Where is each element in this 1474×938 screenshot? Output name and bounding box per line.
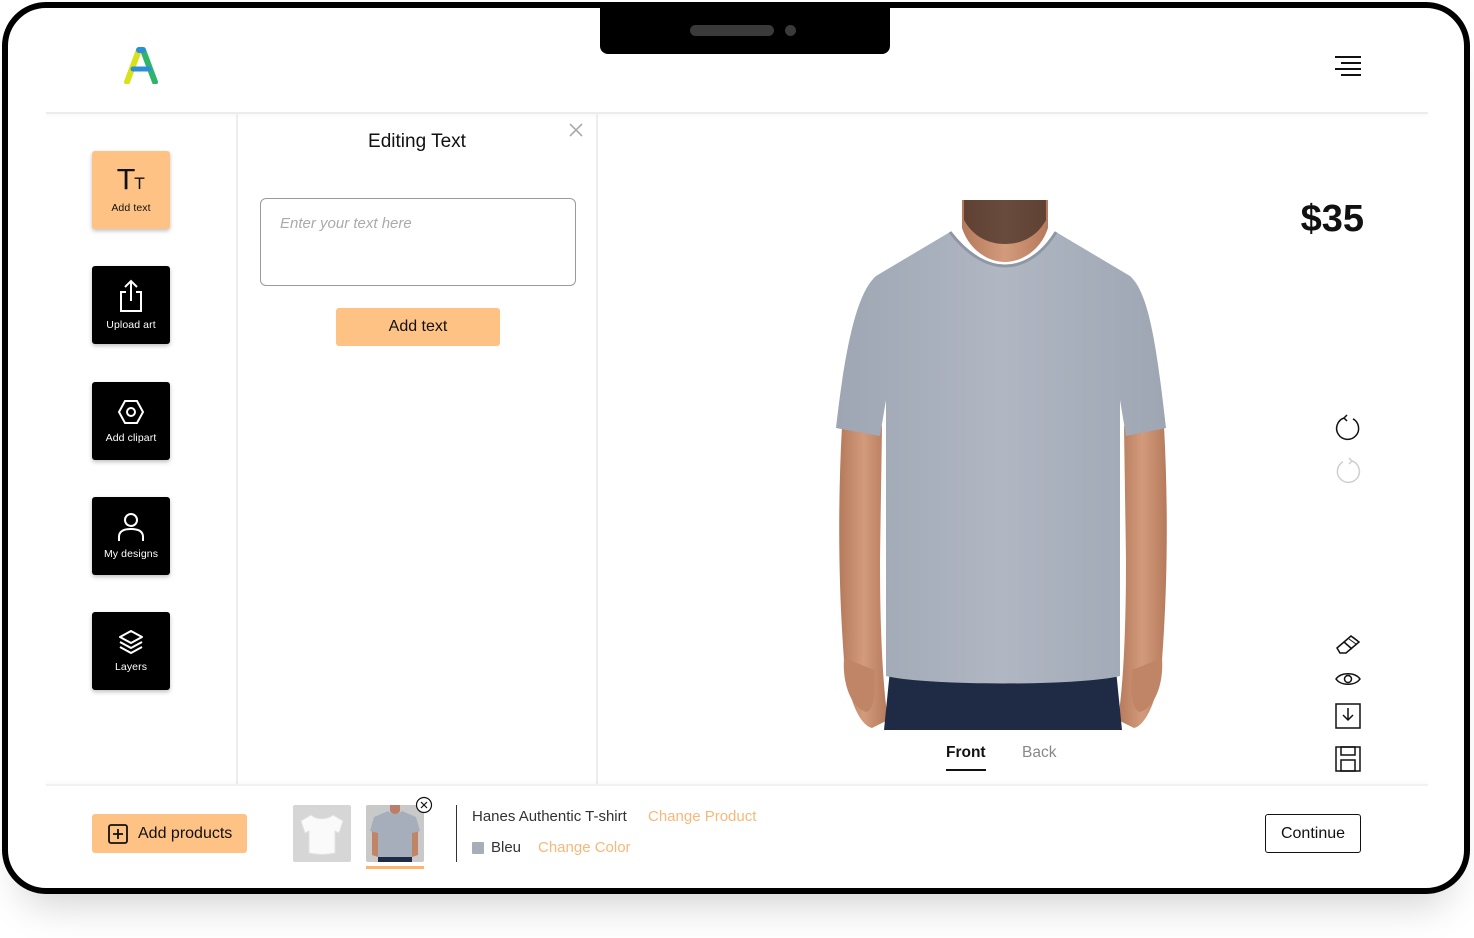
remove-product-icon[interactable] — [415, 796, 433, 814]
tab-front-view[interactable]: Front — [946, 744, 986, 771]
notch-speaker — [690, 25, 774, 36]
product-thumbnail-white[interactable] — [293, 805, 351, 862]
header-divider — [46, 112, 1428, 114]
color-name: Bleu — [491, 839, 522, 856]
change-product-link[interactable]: Change Product — [648, 808, 756, 825]
tool-add-text[interactable]: TT Add text — [92, 151, 170, 229]
tool-label: Upload art — [106, 319, 156, 331]
add-products-button[interactable]: Add products — [92, 814, 247, 853]
change-color-link[interactable]: Change Color — [538, 839, 631, 856]
add-products-label: Add products — [138, 824, 233, 842]
plus-square-icon — [108, 823, 128, 844]
upload-share-icon — [120, 279, 142, 312]
device-frame — [2, 2, 1470, 894]
add-text-button[interactable]: Add text — [336, 308, 500, 346]
text-tt-icon: TT — [117, 163, 145, 196]
tool-label: Add text — [111, 202, 151, 214]
color-swatch — [472, 842, 484, 854]
tool-my-designs[interactable]: My designs — [92, 497, 170, 575]
tab-back-view[interactable]: Back — [1022, 744, 1056, 762]
user-icon — [118, 513, 144, 541]
tool-label: Layers — [114, 661, 148, 673]
footer-divider — [46, 784, 1428, 786]
undo-icon[interactable] — [1334, 414, 1362, 442]
download-icon[interactable] — [1334, 702, 1362, 730]
redo-icon[interactable] — [1334, 457, 1362, 485]
save-icon[interactable] — [1334, 745, 1362, 773]
product-price: $35 — [1300, 198, 1364, 240]
brand-a-logo-icon[interactable] — [124, 46, 158, 84]
tool-add-clipart[interactable]: Add clipart — [92, 382, 170, 460]
tshirt-model-image — [836, 200, 1167, 730]
tool-layers[interactable]: Layers — [92, 612, 170, 690]
close-icon[interactable] — [568, 122, 584, 138]
tool-label: Add clipart — [105, 432, 157, 444]
hamburger-menu-icon[interactable] — [1333, 54, 1363, 78]
tool-upload-art[interactable]: Upload art — [92, 266, 170, 344]
product-preview-image[interactable] — [830, 200, 1176, 730]
layers-icon — [119, 630, 143, 654]
product-info-divider — [456, 805, 457, 862]
text-input[interactable] — [260, 198, 576, 286]
tool-rail-divider — [236, 114, 238, 786]
panel-divider — [596, 114, 598, 786]
continue-button[interactable]: Continue — [1265, 814, 1361, 853]
product-name: Hanes Authentic T-shirt — [472, 808, 627, 825]
preview-eye-icon[interactable] — [1334, 670, 1362, 688]
white-tshirt-thumbnail-image — [300, 814, 344, 855]
tool-label: My designs — [103, 548, 159, 560]
selected-thumbnail-indicator — [366, 866, 424, 869]
eraser-icon[interactable] — [1334, 632, 1362, 656]
device-notch — [600, 8, 890, 54]
panel-title: Editing Text — [368, 131, 466, 152]
notch-camera — [785, 25, 796, 36]
hexagon-clipart-icon — [117, 400, 145, 424]
